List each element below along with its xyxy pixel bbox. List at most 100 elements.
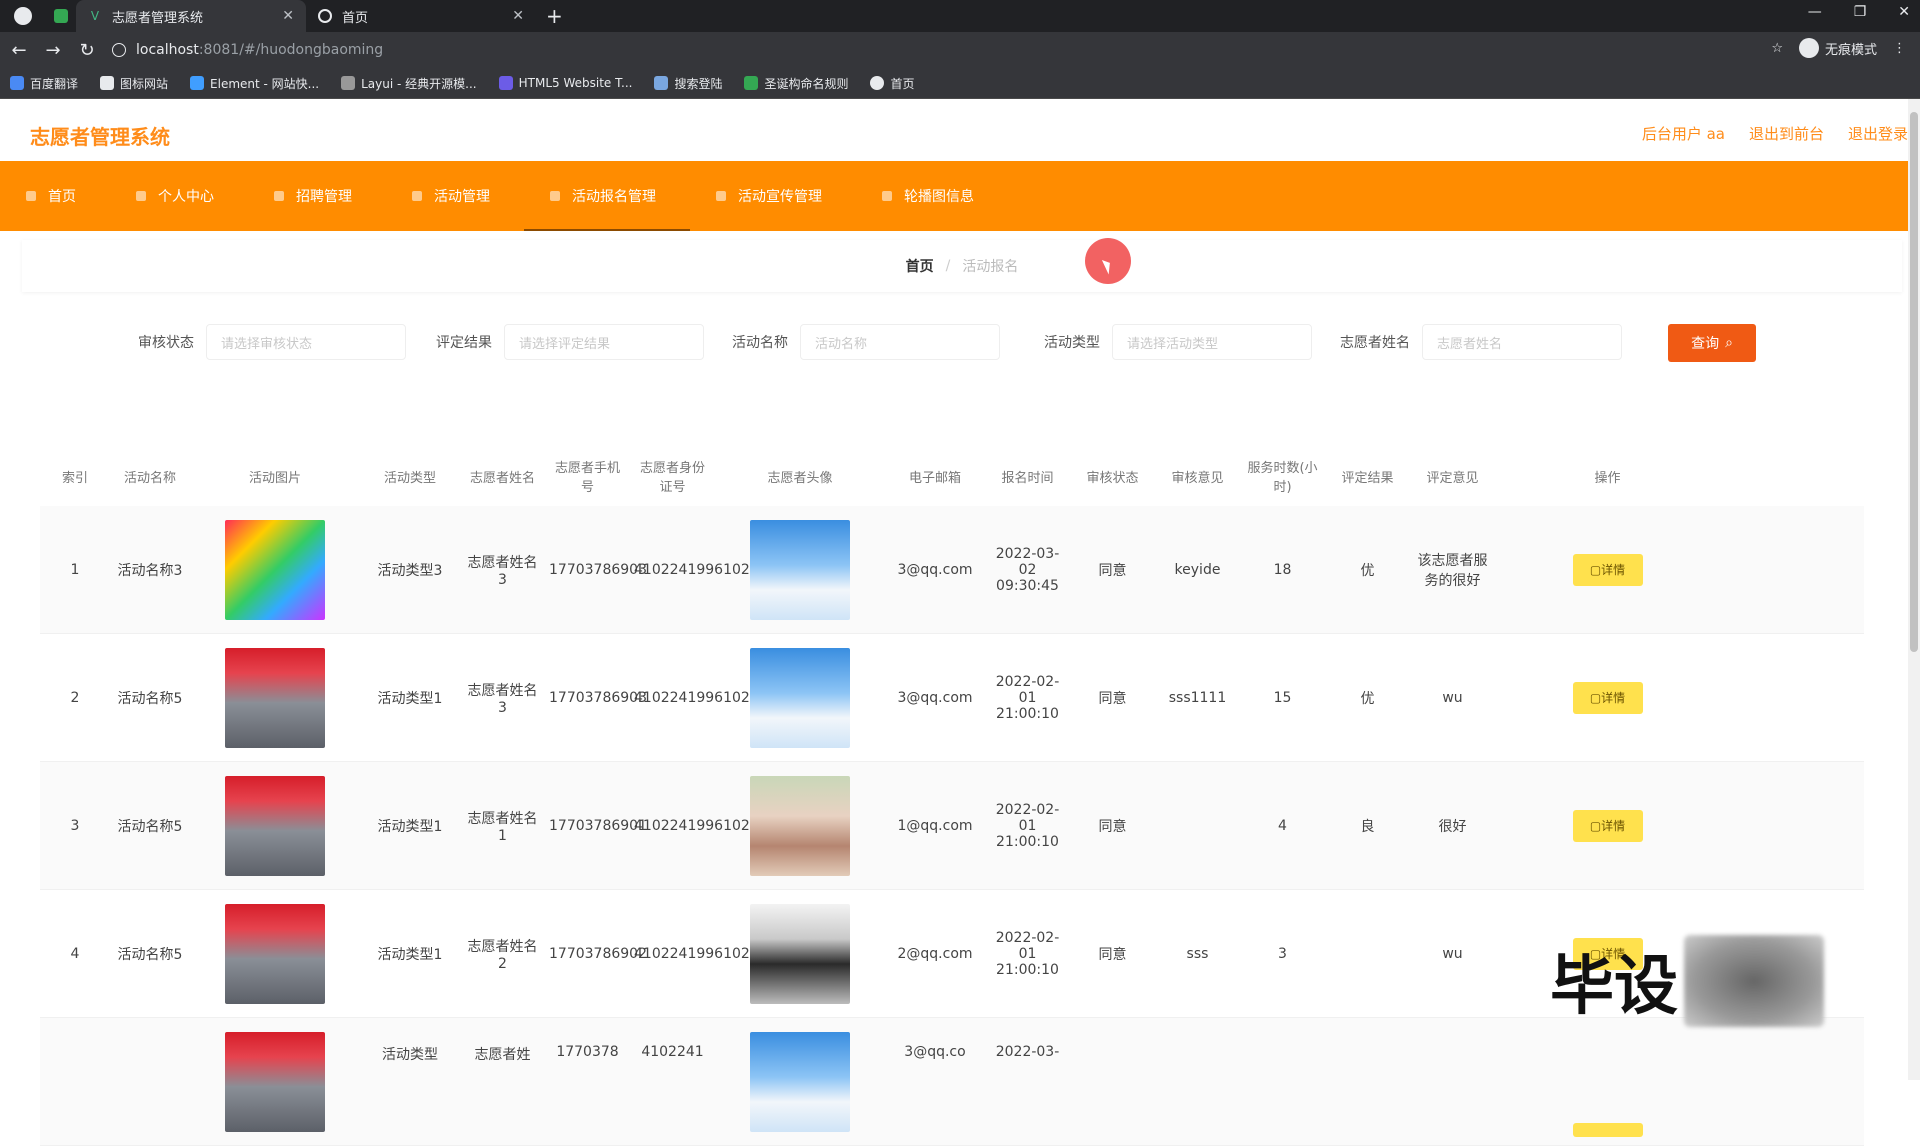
avatar[interactable] <box>750 775 850 876</box>
reload-icon[interactable]: ↻ <box>72 40 102 61</box>
column-header: 志愿者头像 <box>767 470 833 486</box>
column-header: 活动图片 <box>248 470 301 486</box>
table-cell-name: 活动名称5 <box>117 818 183 835</box>
browser-tab-active[interactable]: V 志愿者管理系统 ✕ <box>76 0 306 32</box>
column-header: 操作 <box>1594 470 1621 486</box>
search-button[interactable]: 查询 ⌕ <box>1668 324 1756 362</box>
status-select[interactable]: 请选择审核状态 <box>206 324 406 360</box>
browser-menu-icon[interactable] <box>14 7 32 25</box>
restore-icon[interactable]: ❐ <box>1854 4 1867 20</box>
menu-icon <box>550 191 560 201</box>
scrollbar-thumb[interactable] <box>1910 112 1918 652</box>
bookmark-item[interactable]: HTML5 Website T... <box>498 76 632 90</box>
bookmark-item[interactable]: Element - 网站快... <box>190 75 319 92</box>
bookmark-item[interactable]: 图标网站 <box>100 75 168 92</box>
column-header: 评定意见 <box>1426 470 1479 486</box>
extension-icon[interactable] <box>54 9 68 23</box>
nav-recruit[interactable]: 招聘管理 <box>248 161 386 231</box>
table-cell-index: 2 <box>70 689 80 706</box>
close-window-icon[interactable]: ✕ <box>1898 4 1910 20</box>
table-cell-type: 活动类型 <box>382 1047 438 1063</box>
star-icon[interactable]: ☆ <box>1771 41 1783 56</box>
avatar[interactable] <box>750 1031 850 1132</box>
activity-image[interactable] <box>225 775 325 876</box>
column-header: 志愿者身份证号 <box>639 461 705 495</box>
logout-link[interactable]: 退出登录 <box>1848 123 1908 144</box>
bookmark-item[interactable]: 首页 <box>870 75 915 92</box>
bookmark-item[interactable]: Layui - 经典开源模... <box>341 75 477 92</box>
table-cell-result <box>1325 1018 1410 1044</box>
close-icon[interactable]: ✕ <box>512 8 524 24</box>
detail-label: 详情 <box>1601 819 1626 833</box>
nav-activity[interactable]: 活动管理 <box>386 161 524 231</box>
to-frontend-link[interactable]: 退出到前台 <box>1749 123 1824 144</box>
detail-button[interactable]: ▢ 详情 <box>1572 553 1643 586</box>
breadcrumb-home[interactable]: 首页 <box>906 256 934 276</box>
more-icon[interactable]: ⋮ <box>1893 41 1906 56</box>
table-cell-phone: 17703786903 <box>549 689 647 706</box>
table-cell-remark <box>1410 1018 1495 1044</box>
site-info-icon[interactable] <box>112 43 126 57</box>
activity-image[interactable] <box>225 519 325 620</box>
table-cell-phone: 17703786902 <box>549 945 647 962</box>
table-cell-email: 3@qq.com <box>897 561 973 578</box>
table-cell-opinion: sss <box>1186 945 1209 962</box>
activity-image-cell <box>190 647 360 748</box>
watermark-blur <box>1684 935 1824 1027</box>
activity-name-input[interactable]: 活动名称 <box>800 324 1000 360</box>
avatar[interactable] <box>750 647 850 748</box>
minimize-icon[interactable]: — <box>1808 4 1822 20</box>
home-icon <box>26 191 36 201</box>
detail-icon: ▢ <box>1589 818 1602 833</box>
incognito-indicator[interactable]: 无痕模式 <box>1798 38 1877 58</box>
table-cell-status: 同意 <box>1098 690 1127 707</box>
detail-button[interactable] <box>1572 1122 1643 1137</box>
detail-button[interactable]: ▢ 详情 <box>1572 681 1643 714</box>
bookmark-item[interactable]: 圣诞构命名规则 <box>744 75 848 92</box>
action-cell <box>1495 1023 1720 1141</box>
incognito-icon <box>1798 38 1819 58</box>
new-tab-icon[interactable]: + <box>546 4 563 28</box>
vue-icon: V <box>90 9 100 23</box>
volunteer-name-input[interactable]: 志愿者姓名 <box>1422 324 1622 360</box>
nav-carousel[interactable]: 轮播图信息 <box>856 161 1008 231</box>
table-cell-remark: wu <box>1442 689 1463 706</box>
nav-home[interactable]: 首页 <box>0 161 110 231</box>
activity-type-select[interactable]: 请选择活动类型 <box>1112 324 1312 360</box>
nav-profile[interactable]: 个人中心 <box>110 161 248 231</box>
avatar[interactable] <box>750 903 850 1004</box>
column-header: 活动名称 <box>123 470 176 486</box>
bookmark-item[interactable]: 百度翻译 <box>10 75 78 92</box>
result-select[interactable]: 请选择评定结果 <box>504 324 704 360</box>
browser-tabbar: V 志愿者管理系统 ✕ 首页 ✕ + — ❐ ✕ <box>0 0 1920 32</box>
table-cell-status: 同意 <box>1098 562 1127 579</box>
table-cell-index: 4 <box>70 945 80 962</box>
search-field-activity-name: 活动名称 活动名称 <box>732 324 1000 360</box>
detail-button[interactable]: ▢ 详情 <box>1572 809 1643 842</box>
watermark-text: 毕设 <box>1550 950 1678 1024</box>
app-header: 志愿者管理系统 后台用户 aa 退出到前台 退出登录 <box>0 99 1908 161</box>
column-header: 电子邮箱 <box>908 470 961 486</box>
nav-activity-promo[interactable]: 活动宣传管理 <box>690 161 856 231</box>
table-cell-status: 同意 <box>1098 946 1127 963</box>
browser-tab[interactable]: 首页 ✕ <box>306 0 536 32</box>
table-cell-idcard: 4102241 <box>641 1044 704 1060</box>
table-cell-type: 活动类型1 <box>377 690 443 707</box>
activity-image[interactable] <box>225 647 325 748</box>
forward-icon[interactable]: → <box>38 40 68 61</box>
volunteer-avatar-cell <box>715 647 885 748</box>
activity-image[interactable] <box>225 1031 325 1132</box>
url-field[interactable]: localhost :8081/#/huodongbaoming <box>112 42 383 58</box>
table-row: 3 活动名称5 活动类型1 志愿者姓名1 17703786901 410224199610… <box>40 762 1864 890</box>
back-icon[interactable]: ← <box>4 40 34 61</box>
activity-image[interactable] <box>225 903 325 1004</box>
avatar[interactable] <box>750 519 850 620</box>
volunteer-avatar-cell <box>715 519 885 620</box>
close-icon[interactable]: ✕ <box>282 8 294 24</box>
table-cell-volunteer: 志愿者姓名3 <box>467 554 538 588</box>
bookmark-item[interactable]: 搜索登陆 <box>654 75 722 92</box>
nav-activity-signup[interactable]: 活动报名管理 <box>524 161 690 231</box>
table-cell-idcard: 410224199610232003 <box>634 689 795 706</box>
window-controls: — ❐ ✕ <box>1808 4 1910 20</box>
tab-title: 首页 <box>342 10 369 26</box>
